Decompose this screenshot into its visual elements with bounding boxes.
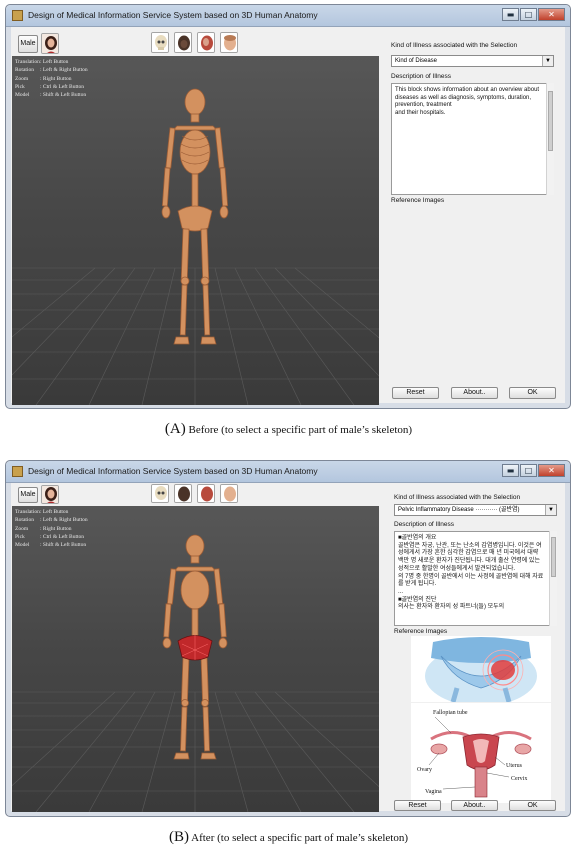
uterus-reference-image: Fallopian tube Ovary Uterus Cervix Vagin… <box>411 703 551 803</box>
maximize-button[interactable]: □ <box>520 464 537 477</box>
skull-layer-button[interactable] <box>151 32 169 53</box>
app-window-before: Design of Medical Information Service Sy… <box>5 4 571 409</box>
description-scrollbar[interactable] <box>546 83 554 195</box>
reset-button[interactable]: Reset <box>394 800 441 811</box>
caption-a: (A) Before (to select a specific part of… <box>164 421 413 437</box>
label-ovary: Ovary <box>417 767 432 773</box>
reference-images-label: Reference Images <box>391 197 445 204</box>
male-button[interactable]: Male <box>18 487 38 503</box>
minimize-button[interactable]: ▬ <box>502 464 519 477</box>
app-icon <box>12 466 23 477</box>
maximize-button[interactable]: □ <box>520 8 537 21</box>
chevron-down-icon[interactable]: ▼ <box>542 56 553 66</box>
reference-images-label: Reference Images <box>394 628 448 635</box>
female-avatar-icon <box>42 34 58 53</box>
male-button[interactable]: Male <box>18 35 38 53</box>
description-scrollbar[interactable] <box>549 531 557 626</box>
face-icon <box>221 33 237 52</box>
label-vagina: Vagina <box>425 789 442 795</box>
about-button[interactable]: About.. <box>451 800 498 811</box>
skull-icon <box>152 485 168 502</box>
ok-button[interactable]: OK <box>509 800 556 811</box>
about-button[interactable]: About.. <box>451 387 498 399</box>
close-button[interactable]: ✕ <box>538 8 565 21</box>
anatomy-head-icon <box>198 33 214 52</box>
ok-button[interactable]: OK <box>509 387 556 399</box>
description-label: Description of Illness <box>391 73 451 80</box>
reset-button[interactable]: Reset <box>392 387 439 399</box>
skull-icon <box>152 33 168 52</box>
muscle-head-icon <box>175 33 191 52</box>
minimize-button[interactable]: ▬ <box>502 8 519 21</box>
kind-of-illness-select[interactable]: Kind of Disease ▼ <box>391 55 554 67</box>
anatomy-head-icon <box>198 485 214 502</box>
caption-b: (B) After (to select a specific part of … <box>169 829 408 845</box>
female-avatar-icon <box>42 486 58 503</box>
selected-pelvis[interactable] <box>177 634 213 661</box>
title-bar: Design of Medical Information Service Sy… <box>6 5 570 27</box>
client-area: Male Translation: Left Button Rotation:… <box>11 483 565 812</box>
close-button[interactable]: ✕ <box>538 464 565 477</box>
kind-of-illness-select[interactable]: Pelvic Inflammatory Disease ··········· … <box>394 504 557 516</box>
skeleton-model[interactable] <box>12 506 379 812</box>
label-fallopian-tube: Fallopian tube <box>433 710 468 716</box>
kind-of-illness-label: Kind of Illness associated with the Sele… <box>394 494 521 501</box>
3d-viewport[interactable]: Translation: Left Button Rotation: Left … <box>12 56 379 405</box>
app-icon <box>12 10 23 21</box>
3d-viewport[interactable]: Translation: Left Button Rotation: Left … <box>12 506 379 812</box>
client-area: Male Translation: Left Button Rotation:… <box>11 27 565 405</box>
mouse-controls-legend: Translation: Left Button Rotation: Left … <box>15 59 88 99</box>
description-textarea[interactable]: ■골반염의 개요 골반염은 자궁, 난관, 또는 난소의 감염병입니다. 이것은… <box>394 531 557 626</box>
description-label: Description of Illness <box>394 521 454 528</box>
skin-layer-button[interactable] <box>220 32 238 53</box>
window-title: Design of Medical Information Service Sy… <box>28 466 318 476</box>
mouse-controls-legend: Translation: Left Button Rotation: Left … <box>15 509 88 549</box>
description-textarea[interactable]: This block shows information about an ov… <box>391 83 554 195</box>
organ-layer-button[interactable] <box>197 32 215 53</box>
chevron-down-icon[interactable]: ▼ <box>545 505 556 515</box>
female-model-button[interactable] <box>41 485 59 504</box>
label-uterus: Uterus <box>506 763 523 769</box>
skin-layer-button[interactable] <box>220 484 238 503</box>
muscle-layer-button[interactable] <box>174 32 192 53</box>
window-title: Design of Medical Information Service Sy… <box>28 10 318 20</box>
skeleton-model[interactable] <box>12 56 379 405</box>
pelvis-reference-image <box>411 636 551 702</box>
female-model-button[interactable] <box>41 33 59 54</box>
organ-layer-button[interactable] <box>197 484 215 503</box>
muscle-head-icon <box>175 485 191 502</box>
title-bar: Design of Medical Information Service Sy… <box>6 461 570 483</box>
app-window-after: Design of Medical Information Service Sy… <box>5 460 571 817</box>
kind-of-illness-label: Kind of Illness associated with the Sele… <box>391 42 518 49</box>
skull-layer-button[interactable] <box>151 484 169 503</box>
label-cervix: Cervix <box>511 776 527 782</box>
muscle-layer-button[interactable] <box>174 484 192 503</box>
face-icon <box>221 485 237 502</box>
